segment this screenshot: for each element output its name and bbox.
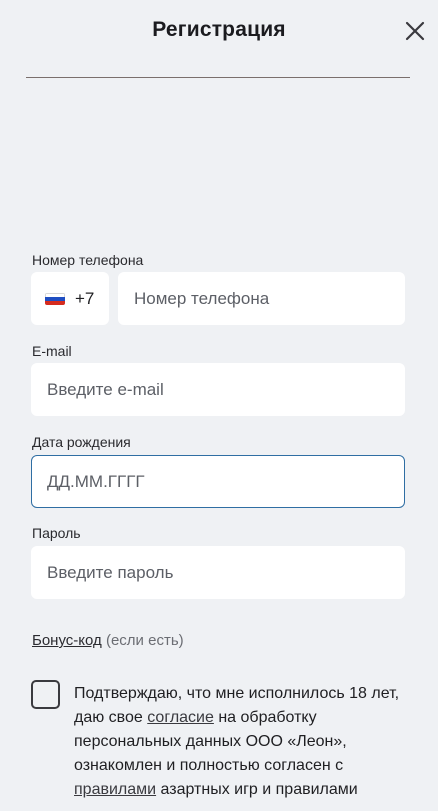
consent-text-part3: азартных игр и правилами xyxy=(156,781,358,798)
consent-link[interactable]: согласие xyxy=(147,709,214,726)
russia-flag-icon xyxy=(45,292,65,305)
birthdate-label: Дата рождения xyxy=(32,434,131,450)
close-icon xyxy=(405,21,425,41)
password-label: Пароль xyxy=(32,525,81,541)
country-code-select[interactable]: +7 xyxy=(31,272,109,325)
password-input[interactable] xyxy=(31,546,405,599)
country-dial-code: +7 xyxy=(75,288,95,308)
header: Регистрация xyxy=(0,0,438,64)
rules-link[interactable]: правилами xyxy=(74,781,156,798)
page-title: Регистрация xyxy=(152,18,286,41)
bonus-code-link[interactable]: Бонус-код xyxy=(32,632,102,649)
phone-input[interactable] xyxy=(118,272,405,325)
bonus-code-note: (если есть) xyxy=(105,632,184,649)
phone-label: Номер телефона xyxy=(32,252,144,268)
registration-screen: Регистрация Номер телефона +7 E-mail Дат… xyxy=(0,0,438,811)
close-button[interactable] xyxy=(402,18,428,44)
email-label: E-mail xyxy=(32,343,72,359)
email-input[interactable] xyxy=(31,363,405,416)
bonus-code-row: Бонус-код (если есть) xyxy=(32,632,184,649)
header-divider xyxy=(26,77,410,78)
birthdate-input[interactable] xyxy=(31,455,405,508)
consent-text: Подтверждаю, что мне исполнилось 18 лет,… xyxy=(74,682,409,802)
consent-checkbox[interactable] xyxy=(31,680,60,709)
